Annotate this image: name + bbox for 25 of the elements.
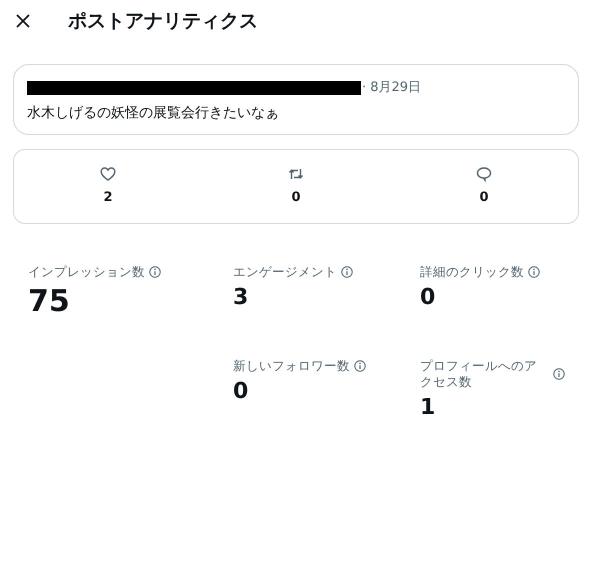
info-icon <box>341 266 353 278</box>
metric-label: 詳細のクリック数 <box>420 264 524 280</box>
metric-value: 75 <box>28 284 71 320</box>
metric-value: 1 <box>420 394 436 422</box>
engagement-count: 0 <box>291 188 301 207</box>
metric-value: 3 <box>233 284 250 312</box>
page-title: ポストアナリティクス <box>68 8 258 34</box>
metric-label: 新しいフォロワー数 <box>233 358 350 374</box>
metric-label: インプレッション数 <box>28 264 145 280</box>
metric-value: 0 <box>420 284 436 312</box>
info-icon <box>354 360 366 372</box>
metric-label: エンゲージメント <box>233 264 337 280</box>
engagement-count: 0 <box>479 188 489 207</box>
metric-label: プロフィールへのアクセス数 <box>420 358 538 390</box>
info-icon <box>553 368 565 380</box>
close-button[interactable] <box>14 12 32 30</box>
metric-value: 0 <box>233 378 250 406</box>
info-icon <box>149 266 161 278</box>
close-icon <box>16 14 30 28</box>
heart-icon <box>100 166 116 182</box>
post-date: · 8月29日 <box>362 79 422 98</box>
engagement-count: 2 <box>103 188 113 207</box>
info-icon <box>528 266 540 278</box>
speech-bubble-icon <box>476 166 492 182</box>
post-text: 水木しげるの妖怪の展覧会行きたいなぁ <box>27 104 280 123</box>
